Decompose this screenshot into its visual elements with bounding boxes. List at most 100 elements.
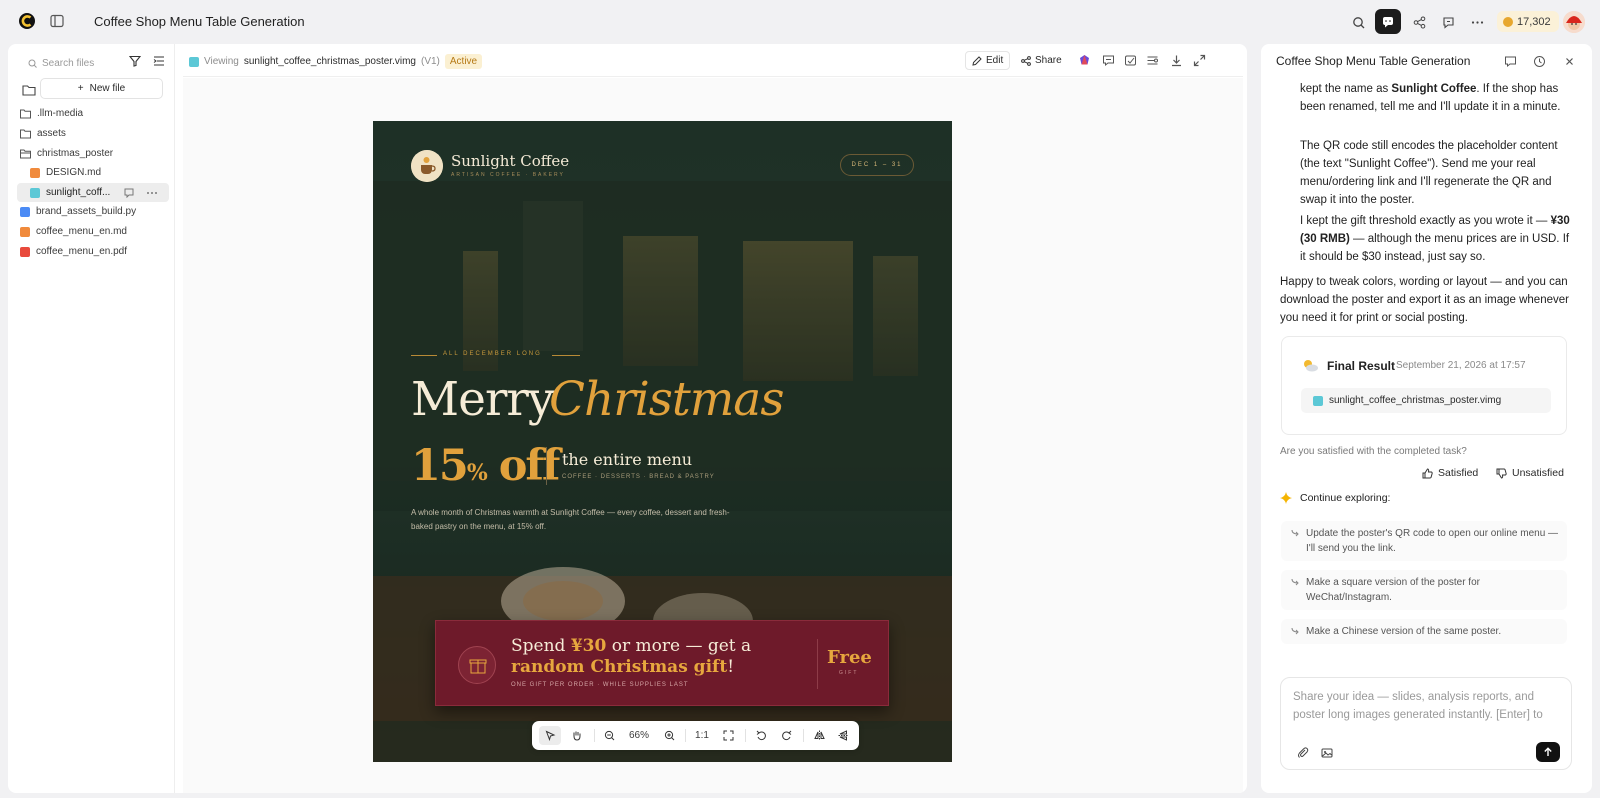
comment-icon[interactable]	[1102, 54, 1115, 67]
sun-cloud-icon	[1304, 360, 1318, 372]
final-result-date: September 21, 2026 at 17:57	[1396, 360, 1526, 371]
app-logo-icon[interactable]	[18, 12, 36, 30]
tree-item-brand-assets-py[interactable]: brand_assets_build.py	[20, 202, 160, 221]
poster-brand: Sunlight Coffee	[451, 152, 570, 170]
download-icon[interactable]	[1170, 54, 1183, 67]
rotate-left-button[interactable]	[750, 726, 772, 745]
actual-size-button[interactable]: 1:1	[691, 726, 713, 745]
user-avatar[interactable]	[1563, 11, 1585, 33]
poster-discount: 15% off	[411, 441, 560, 491]
poster-gift-offer: Spend ¥30 or more — get a random Christm…	[511, 636, 752, 677]
tree-item-coffee-menu-pdf[interactable]: coffee_menu_en.pdf	[20, 242, 160, 261]
app-title: Coffee Shop Menu Table Generation	[94, 14, 305, 29]
chat-message-closing: Happy to tweak colors, wording or layout…	[1280, 276, 1569, 324]
select-tool-button[interactable]	[539, 726, 561, 745]
fit-screen-button[interactable]	[717, 726, 739, 745]
top-bar: Coffee Shop Menu Table Generation 17,302	[0, 0, 1600, 44]
close-icon[interactable]	[1563, 55, 1576, 68]
suggestion-arrow-icon	[1291, 627, 1299, 635]
suggestion-item[interactable]: Make a square version of the poster for …	[1281, 570, 1567, 610]
final-result-file[interactable]: sunlight_coffee_christmas_poster.vimg	[1301, 388, 1551, 413]
fullscreen-icon[interactable]	[1193, 54, 1206, 67]
suggestion-item[interactable]: Make a Chinese version of the same poste…	[1281, 619, 1567, 644]
sparkle-icon	[1280, 492, 1292, 504]
final-result-title: Final Result	[1327, 359, 1396, 373]
annotate-icon[interactable]	[1124, 54, 1137, 67]
poster-gift-note: ONE GIFT PER ORDER · WHILE SUPPLIES LAST	[511, 682, 689, 688]
tree-item-poster-vimg[interactable]: sunlight_coff...	[17, 183, 169, 202]
chat-input[interactable]: Share your idea — slides, analysis repor…	[1293, 688, 1557, 728]
continue-exploring: Continue exploring:	[1280, 492, 1390, 504]
more-options-icon[interactable]	[1467, 12, 1487, 32]
collapse-list-icon[interactable]	[153, 55, 165, 67]
comment-icon[interactable]	[1504, 55, 1517, 68]
tree-item-assets[interactable]: assets	[20, 124, 160, 143]
credits-badge[interactable]: 17,302	[1497, 11, 1559, 32]
history-icon[interactable]	[1533, 55, 1546, 68]
suggestion-item[interactable]: Update the poster's QR code to open our …	[1281, 521, 1567, 561]
thumbs-up-icon	[1422, 467, 1433, 478]
image-file-icon	[30, 187, 40, 198]
share-icon[interactable]	[1409, 12, 1429, 32]
search-input[interactable]: Search files	[42, 58, 94, 69]
viewer-file-info: Viewing sunlight_coffee_christmas_poster…	[189, 54, 483, 69]
tree-item-design-md[interactable]: DESIGN.md	[30, 163, 160, 182]
free-divider	[817, 639, 818, 689]
markdown-file-icon	[20, 226, 30, 237]
flip-vertical-button[interactable]	[832, 726, 854, 745]
new-folder-icon[interactable]	[22, 84, 36, 96]
layers-icon[interactable]	[1146, 54, 1159, 67]
poster-gift-banner: Spend ¥30 or more — get a random Christm…	[435, 620, 889, 706]
plus-icon: +	[77, 83, 84, 94]
comment-icon[interactable]	[124, 188, 134, 198]
chat-input-box[interactable]: Share your idea — slides, analysis repor…	[1280, 677, 1572, 770]
final-result-card[interactable]: Final Result September 21, 2026 at 17:57…	[1281, 336, 1567, 435]
chat-toggle-button[interactable]	[1375, 9, 1401, 34]
thumbs-down-icon	[1496, 468, 1507, 479]
file-search[interactable]: Search files	[28, 54, 123, 72]
zoom-in-button[interactable]	[659, 726, 679, 745]
flip-horizontal-button[interactable]	[808, 726, 830, 745]
new-file-button[interactable]: + New file	[40, 78, 163, 99]
zoom-level[interactable]: 66%	[624, 726, 654, 745]
tree-item-llm-media[interactable]: .llm-media	[20, 104, 160, 123]
attach-icon[interactable]	[1297, 747, 1309, 759]
folder-icon	[20, 109, 31, 118]
send-button[interactable]	[1536, 742, 1560, 762]
feedback-icon[interactable]	[1438, 12, 1458, 32]
poster-date-range: DEC 1 – 31	[840, 154, 914, 176]
edit-button[interactable]: Edit	[965, 51, 1011, 70]
new-file-label: New file	[89, 83, 126, 94]
share-button[interactable]: Share	[1015, 51, 1068, 70]
filter-icon[interactable]	[129, 55, 141, 67]
pan-tool-button[interactable]	[565, 726, 587, 745]
satisfaction-question: Are you satisfied with the completed tas…	[1280, 446, 1467, 457]
zoom-out-button[interactable]	[599, 726, 619, 745]
fit-screen-icon	[723, 730, 733, 741]
satisfied-button[interactable]: Satisfied	[1422, 464, 1478, 482]
rotate-right-icon	[781, 730, 791, 741]
search-chat-icon[interactable]	[1348, 12, 1368, 32]
poster-headline-merry: Merry	[411, 372, 554, 427]
poster-headline-christmas: Christmas	[549, 372, 784, 427]
viewing-label: Viewing	[204, 56, 239, 67]
sidebar-toggle-icon[interactable]	[50, 14, 64, 28]
tree-item-coffee-menu-md[interactable]: coffee_menu_en.md	[20, 222, 160, 241]
rotate-right-button[interactable]	[775, 726, 797, 745]
image-upload-icon[interactable]	[1321, 747, 1333, 759]
pencil-icon	[972, 55, 982, 66]
unsatisfied-button[interactable]: Unsatisfied	[1496, 464, 1564, 482]
poster-categories: COFFEE · DESSERTS · BREAD & PASTRY	[562, 474, 715, 480]
poster-description: A whole month of Christmas warmth at Sun…	[411, 508, 730, 531]
gem-icon[interactable]	[1078, 54, 1091, 67]
tree-item-christmas-poster[interactable]: christmas_poster	[20, 144, 160, 163]
poster-kicker: ALL DECEMBER LONG	[443, 351, 542, 357]
file-more-icon[interactable]	[146, 191, 158, 195]
pdf-file-icon	[20, 246, 30, 257]
poster-preview[interactable]: Sunlight Coffee ARTISAN COFFEE · BAKERY …	[373, 121, 952, 762]
chat-message-qr: The QR code still encodes the placeholde…	[1300, 140, 1558, 206]
kicker-line-right	[552, 355, 580, 356]
zoom-out-icon	[604, 730, 614, 741]
image-file-icon	[1313, 395, 1323, 406]
zoom-in-icon	[664, 730, 674, 741]
